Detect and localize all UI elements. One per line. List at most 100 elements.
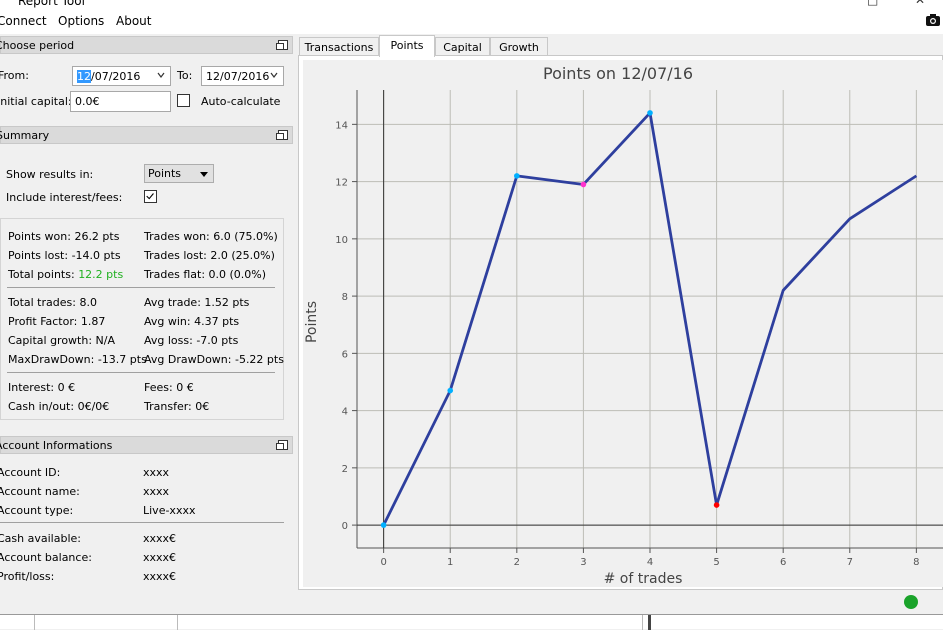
summary-title: Summary bbox=[0, 129, 50, 142]
points-won: Points won: 26.2 pts bbox=[8, 230, 120, 243]
chart-grid bbox=[357, 90, 943, 548]
chevron-down-icon bbox=[157, 72, 165, 78]
to-date-value: 12/07/2016 bbox=[206, 70, 270, 83]
choose-period-header[interactable]: Choose period bbox=[0, 36, 293, 54]
y-tick-label: 14 bbox=[335, 120, 348, 131]
avg-drawdown: Avg DrawDown: -5.22 pts bbox=[144, 353, 284, 366]
x-tick-label: 1 bbox=[447, 557, 453, 568]
chart-ticks: 0 1 2 3 4 5 6 7 802468101214 bbox=[335, 90, 943, 568]
interest: Interest: 0 € bbox=[8, 381, 76, 394]
maximize-icon[interactable]: □ bbox=[867, 0, 878, 7]
points-chart-svg: Points on 12/07/16 # of trades Points 0 1… bbox=[304, 64, 943, 587]
float-window-icon[interactable] bbox=[276, 40, 288, 50]
menu-about[interactable]: About bbox=[116, 14, 151, 28]
account-type-label: Account type: bbox=[0, 504, 74, 517]
chart-y-axis-label: Points bbox=[304, 301, 320, 343]
show-results-label: Show results in: bbox=[6, 168, 94, 181]
account-id-label: Account ID: bbox=[0, 466, 61, 479]
x-tick-label: 4 bbox=[647, 557, 653, 568]
y-tick-label: 12 bbox=[335, 178, 348, 189]
account-info-title: Account Informations bbox=[0, 439, 113, 452]
to-date-picker[interactable]: 12/07/2016 bbox=[201, 66, 284, 86]
menu-connect[interactable]: Connect bbox=[0, 14, 47, 28]
fees: Fees: 0 € bbox=[144, 381, 194, 394]
choose-period-title: Choose period bbox=[0, 39, 75, 52]
capital-growth: Capital growth: N/A bbox=[8, 334, 116, 347]
y-tick-label: 0 bbox=[342, 521, 348, 532]
account-type-value: Live-xxxx bbox=[143, 504, 196, 517]
tab-capital[interactable]: Capital bbox=[435, 37, 490, 56]
account-balance-value: xxxx€ bbox=[143, 551, 177, 564]
total-points-label: Total points: bbox=[8, 268, 75, 281]
tab-transactions[interactable]: Transactions bbox=[299, 37, 379, 56]
transfer: Transfer: 0€ bbox=[144, 400, 210, 413]
x-tick-label: 8 bbox=[913, 557, 919, 568]
close-icon[interactable]: ✕ bbox=[915, 0, 925, 7]
menu-options[interactable]: Options bbox=[58, 14, 104, 28]
initial-capital-label: Initial capital: bbox=[0, 95, 72, 108]
menu-bar: Connect Options About bbox=[0, 8, 943, 34]
points-chart: Points on 12/07/16 # of trades Points 0 1… bbox=[303, 60, 943, 587]
account-info-header[interactable]: Account Informations bbox=[0, 436, 293, 454]
trades-lost: Trades lost: 2.0 (25.0%) bbox=[144, 249, 275, 262]
trades-flat: Trades flat: 0.0 (0.0%) bbox=[144, 268, 267, 281]
total-trades: Total trades: 8.0 bbox=[8, 296, 97, 309]
float-window-icon[interactable] bbox=[276, 130, 288, 140]
x-tick-label: 6 bbox=[780, 557, 786, 568]
show-results-select[interactable]: Points bbox=[144, 164, 214, 183]
points-lost: Points lost: -14.0 pts bbox=[8, 249, 121, 262]
status-bar bbox=[0, 590, 943, 614]
profit-factor: Profit Factor: 1.87 bbox=[8, 315, 106, 328]
show-results-value: Points bbox=[148, 167, 182, 180]
float-window-icon[interactable] bbox=[276, 440, 288, 450]
total-points: Total points: 12.2 pts bbox=[8, 268, 123, 281]
dropdown-arrow-icon bbox=[200, 172, 208, 177]
x-tick-label: 2 bbox=[514, 557, 520, 568]
chart-series bbox=[380, 110, 918, 528]
cash-available-label: Cash available: bbox=[0, 532, 81, 545]
chart-x-axis-label: # of trades bbox=[604, 571, 683, 587]
title-bar: Report Tool □ ✕ bbox=[0, 0, 943, 8]
account-name-value: xxxx bbox=[143, 485, 170, 498]
initial-capital-input[interactable]: 0.0€ bbox=[70, 91, 171, 112]
summary-stats-box: Points won: 26.2 pts Trades won: 6.0 (75… bbox=[0, 218, 284, 420]
y-tick-label: 6 bbox=[342, 349, 348, 360]
from-date-picker[interactable]: 12/07/2016 bbox=[72, 66, 171, 86]
from-label: From: bbox=[0, 69, 29, 82]
y-tick-label: 8 bbox=[342, 292, 348, 303]
auto-calculate-label: Auto-calculate bbox=[201, 95, 281, 108]
avg-win: Avg win: 4.37 pts bbox=[144, 315, 240, 328]
window-title: Report Tool bbox=[18, 0, 85, 8]
tab-points[interactable]: Points bbox=[379, 35, 435, 57]
avg-trade: Avg trade: 1.52 pts bbox=[144, 296, 250, 309]
chevron-down-icon bbox=[270, 72, 278, 78]
data-point bbox=[647, 110, 653, 116]
divider bbox=[0, 522, 284, 523]
total-points-value: 12.2 pts bbox=[78, 268, 124, 281]
y-tick-label: 10 bbox=[335, 235, 348, 246]
points-panel: Points on 12/07/16 # of trades Points 0 1… bbox=[298, 55, 943, 590]
profit-loss-label: Profit/loss: bbox=[0, 570, 55, 583]
x-tick-label: 0 bbox=[380, 557, 386, 568]
data-point bbox=[380, 522, 387, 528]
x-tick-label: 3 bbox=[580, 557, 586, 568]
data-point bbox=[447, 387, 454, 394]
checkmark-icon bbox=[146, 193, 154, 200]
divider bbox=[7, 287, 275, 288]
cash-inout: Cash in/out: 0€/0€ bbox=[8, 400, 110, 413]
from-date-day-selected: 12 bbox=[77, 70, 91, 83]
auto-calculate-checkbox[interactable] bbox=[177, 94, 190, 107]
account-name-label: Account name: bbox=[0, 485, 80, 498]
bottom-strip bbox=[0, 614, 943, 630]
summary-header[interactable]: Summary bbox=[0, 126, 293, 144]
connection-status-icon bbox=[904, 595, 918, 609]
max-drawdown: MaxDrawDown: -13.7 pts bbox=[8, 353, 147, 366]
include-fees-checkbox[interactable] bbox=[144, 190, 157, 203]
chart-title: Points on 12/07/16 bbox=[543, 64, 693, 83]
from-date-rest: /07/2016 bbox=[91, 70, 141, 83]
x-tick-label: 5 bbox=[713, 557, 719, 568]
tab-growth[interactable]: Growth bbox=[490, 37, 548, 56]
data-point bbox=[580, 181, 587, 188]
y-tick-label: 4 bbox=[342, 407, 348, 418]
camera-icon[interactable] bbox=[925, 12, 941, 28]
